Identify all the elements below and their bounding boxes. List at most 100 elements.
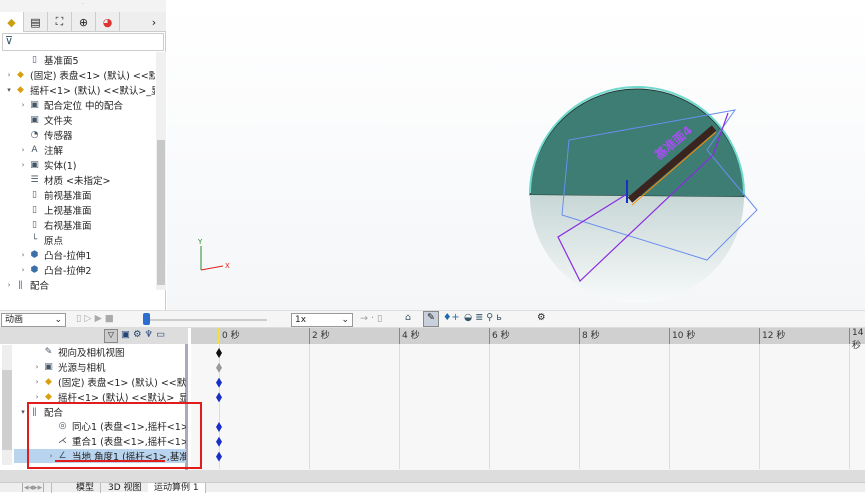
svg-text:Y: Y <box>197 238 203 246</box>
chevron-right-icon[interactable]: › <box>142 12 166 32</box>
expand-arrow-icon[interactable]: › <box>32 393 42 401</box>
dimxpert-tab[interactable]: ⊕ <box>72 12 96 32</box>
tree-item[interactable]: ▯ 前视基准面 <box>0 187 155 202</box>
tree-item[interactable]: ▾◆ 摇杆<1> (默认) <<默认>_显示 <box>0 82 155 97</box>
part-icon: ◆ <box>17 69 24 80</box>
origin-icon: └ <box>31 234 38 245</box>
tree-item-label: 视向及相机视图 <box>58 348 125 360</box>
slider-thumb[interactable] <box>143 313 150 325</box>
expand-arrow-icon[interactable]: ▾ <box>4 86 14 94</box>
sensor-icon: ◔ <box>30 129 39 140</box>
time-tick-label: 10 秒 <box>669 328 695 344</box>
key-point[interactable] <box>216 392 222 403</box>
expand-arrow-icon[interactable]: › <box>4 71 14 79</box>
mates-icon: ǁ <box>18 279 23 290</box>
tree-item[interactable]: › ⬢ 凸台-拉伸1 <box>0 247 155 262</box>
autokey-button[interactable]: ✎ <box>423 311 439 327</box>
feature-manager-tab[interactable]: ◆ <box>0 12 24 32</box>
folder-icon: ▣ <box>30 114 39 125</box>
tree-item[interactable]: › ǁ 配合 <box>0 277 155 292</box>
tree-item-label: (固定) 表盘<1> (默认) <<默认 <box>30 70 155 82</box>
tree-item-label: 前视基准面 <box>44 190 92 202</box>
tree-item-label: 基准面5 <box>44 55 79 67</box>
configuration-manager-tab[interactable]: ⛶ <box>48 12 72 32</box>
camera-view-icon: ✎ <box>44 347 53 358</box>
time-bar[interactable] <box>218 328 220 344</box>
key-points <box>191 344 865 484</box>
tree-item[interactable]: › ▣ 光源与相机 <box>14 360 186 375</box>
expand-arrow-icon[interactable]: › <box>18 146 28 154</box>
property-manager-tab[interactable]: ▤ <box>24 12 48 32</box>
time-ruler[interactable]: 0 秒 2 秒 4 秒 6 秒 8 秒 10 秒 12 秒 14 秒 <box>191 328 865 351</box>
playback-speed-select[interactable]: 1x ⌄ <box>291 313 353 327</box>
tree-item[interactable]: ✎ 视向及相机视图 <box>14 345 186 360</box>
tree-item[interactable]: › ⬢ 凸台-拉伸2 <box>0 262 155 277</box>
tree-item-label: 凸台-拉伸2 <box>44 265 92 277</box>
expand-arrow-icon[interactable]: › <box>4 281 14 289</box>
part-icon: ◆ <box>45 391 52 402</box>
key-point[interactable] <box>216 362 222 373</box>
motion-tree-scrollbar[interactable] <box>2 345 12 465</box>
annotation-icon: A <box>31 144 38 155</box>
display-manager-tab[interactable]: ◕ <box>96 12 120 32</box>
expand-arrow-icon[interactable]: › <box>32 378 42 386</box>
filter-animated-button[interactable]: ▽ <box>104 329 118 343</box>
tree-item[interactable]: › ▣ 配合定位 中的配合 <box>0 97 155 112</box>
tree-item-label: 右视基准面 <box>44 220 92 232</box>
tree-item[interactable]: ▯ 基准面5 <box>0 52 155 67</box>
time-tick-label: 2 秒 <box>309 328 330 344</box>
tree-item[interactable]: › A 注解 <box>0 142 155 157</box>
motor-button[interactable]: ◒ ≣ ⚲ ь <box>464 312 502 323</box>
expand-arrow-icon[interactable]: › <box>32 363 42 371</box>
tree-item[interactable]: ◔ 传感器 <box>0 127 155 142</box>
extrude-icon: ⬢ <box>30 249 39 260</box>
tree-item[interactable]: ▯ 右视基准面 <box>0 217 155 232</box>
tree-item-label: 文件夹 <box>44 115 73 127</box>
key-point[interactable] <box>216 422 222 432</box>
tree-item-label: 上视基准面 <box>44 205 92 217</box>
origin-x-axis <box>200 265 224 271</box>
tree-item[interactable]: ▣ 文件夹 <box>0 112 155 127</box>
time-tick-label: 12 秒 <box>759 328 785 344</box>
gear-icon[interactable]: ⚙ <box>537 312 546 323</box>
expand-arrow-icon[interactable]: › <box>18 266 28 274</box>
tree-item-label: (固定) 表盘<1> (默认) <<默认 <box>58 377 186 389</box>
plane-icon: ▯ <box>32 54 37 65</box>
time-tick-label: 14 秒 <box>849 328 865 351</box>
tree-item[interactable]: › ▣ 实体(1) <box>0 157 155 172</box>
part-icon: ◆ <box>17 84 24 95</box>
tree-scrollbar-thumb[interactable] <box>157 140 165 285</box>
expand-arrow-icon[interactable]: › <box>18 161 28 169</box>
horizontal-scrollbar[interactable] <box>0 470 865 482</box>
graphics-viewport[interactable]: 基准面4 Y X <box>167 0 865 310</box>
study-type-select[interactable]: 动画 ⌄ <box>1 313 66 327</box>
solid-bodies-icon: ▣ <box>30 159 39 170</box>
key-point[interactable] <box>216 451 222 462</box>
calculate-button[interactable]: ▯ ▷ ▶ ■ <box>76 313 114 324</box>
tree-item[interactable]: └ 原点 <box>0 232 155 247</box>
tree-item-label: 原点 <box>44 235 64 247</box>
tree-item[interactable]: ☰ 材质 <未指定> <box>0 172 155 187</box>
tree-item[interactable]: › ◆ (固定) 表盘<1> (默认) <<默认 <box>0 67 155 82</box>
filter-icon[interactable]: ⊽ <box>2 33 164 51</box>
add-key-button[interactable]: ♦+ <box>443 312 459 323</box>
time-tick-label: 8 秒 <box>579 328 600 344</box>
key-point[interactable] <box>216 436 222 447</box>
timeline-slider[interactable] <box>145 319 267 321</box>
filter-driving-button[interactable]: ▣ ⚙ ♆ ▭ <box>121 329 165 340</box>
animation-wizard-button[interactable]: ⌂ <box>405 312 411 323</box>
panel-grip[interactable]: ⋅ <box>0 0 166 12</box>
expand-arrow-icon[interactable]: › <box>18 251 28 259</box>
time-tick-label: 4 秒 <box>399 328 420 344</box>
manager-tabs: ◆ ▤ ⛶ ⊕ ◕ › <box>0 12 166 32</box>
tree-item-label: 传感器 <box>44 130 73 142</box>
key-point[interactable] <box>216 377 222 388</box>
tree-item[interactable]: ▯ 上视基准面 <box>0 202 155 217</box>
tree-item[interactable]: › ◆ (固定) 表盘<1> (默认) <<默认 <box>14 375 186 390</box>
plane-icon: ▯ <box>32 189 37 200</box>
save-animation-button[interactable]: → · ▯ <box>360 313 382 324</box>
feature-tree: ▯ 基准面5 › ◆ (固定) 表盘<1> (默认) <<默认 ▾ ◆ 摇杆<1> (默认) … <box>0 52 155 292</box>
key-point[interactable] <box>216 348 222 358</box>
expand-arrow-icon[interactable]: › <box>18 101 28 109</box>
highlight-box <box>27 402 202 469</box>
